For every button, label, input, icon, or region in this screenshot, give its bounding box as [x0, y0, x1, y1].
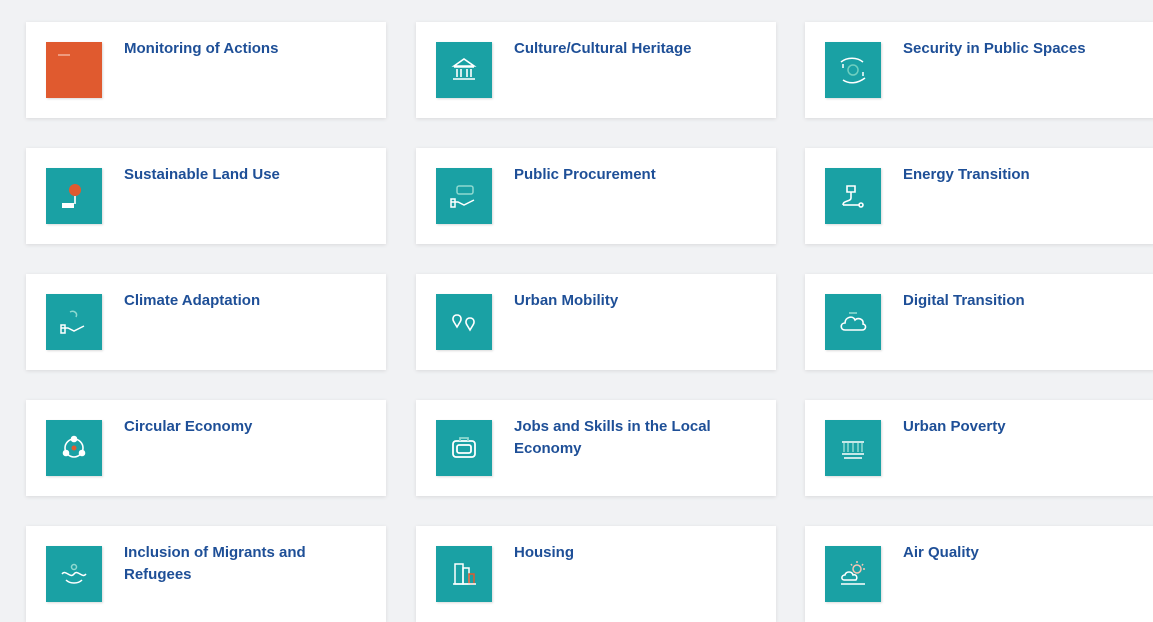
card-title: Sustainable Land Use	[124, 166, 280, 183]
card-inclusion-of-migrants[interactable]: Inclusion of Migrants and Refugees	[26, 526, 386, 622]
card-housing[interactable]: Housing	[416, 526, 776, 622]
card-title: Security in Public Spaces	[903, 40, 1086, 57]
card-sustainable-land-use[interactable]: Sustainable Land Use	[26, 148, 386, 244]
card-title: Inclusion of Migrants and Refugees	[124, 544, 306, 583]
card-title: Digital Transition	[903, 292, 1025, 309]
card-title: Urban Poverty	[903, 418, 1006, 435]
theme-grid: Monitoring of Actions Culture/Cultural H…	[0, 0, 1153, 622]
buildings-icon	[436, 546, 492, 602]
card-urban-poverty[interactable]: Urban Poverty	[805, 400, 1153, 496]
inclusion-hands-icon	[46, 546, 102, 602]
card-title: Culture/Cultural Heritage	[514, 40, 692, 57]
card-title: Circular Economy	[124, 418, 253, 435]
circular-arrows-icon	[46, 420, 102, 476]
card-urban-mobility[interactable]: Urban Mobility	[416, 274, 776, 370]
security-hands-icon	[825, 42, 881, 98]
poverty-icon	[825, 420, 881, 476]
energy-plug-icon	[825, 168, 881, 224]
card-title: Urban Mobility	[514, 292, 619, 309]
procurement-hand-icon	[436, 168, 492, 224]
card-monitoring-of-actions[interactable]: Monitoring of Actions	[26, 22, 386, 118]
climate-hand-icon	[46, 294, 102, 350]
card-title: Energy Transition	[903, 166, 1030, 183]
card-title: Housing	[514, 544, 574, 561]
card-air-quality[interactable]: Air Quality	[805, 526, 1153, 622]
card-title: Climate Adaptation	[124, 292, 261, 309]
card-circular-economy[interactable]: Circular Economy	[26, 400, 386, 496]
card-title: Monitoring of Actions	[124, 40, 279, 57]
briefcase-icon	[436, 420, 492, 476]
card-security-in-public-spaces[interactable]: Security in Public Spaces	[805, 22, 1153, 118]
card-energy-transition[interactable]: Energy Transition	[805, 148, 1153, 244]
card-public-procurement[interactable]: Public Procurement	[416, 148, 776, 244]
monitoring-icon	[46, 42, 102, 98]
card-climate-adaptation[interactable]: Climate Adaptation	[26, 274, 386, 370]
card-digital-transition[interactable]: Digital Transition	[805, 274, 1153, 370]
card-jobs-and-skills[interactable]: Jobs and Skills in the Local Economy	[416, 400, 776, 496]
cloud-icon	[825, 294, 881, 350]
card-title: Air Quality	[903, 544, 979, 561]
museum-icon	[436, 42, 492, 98]
land-use-pin-icon	[46, 168, 102, 224]
card-culture-cultural-heritage[interactable]: Culture/Cultural Heritage	[416, 22, 776, 118]
sun-cloud-icon	[825, 546, 881, 602]
card-title: Jobs and Skills in the Local Economy	[514, 418, 711, 457]
location-pins-icon	[436, 294, 492, 350]
card-title: Public Procurement	[514, 166, 656, 183]
